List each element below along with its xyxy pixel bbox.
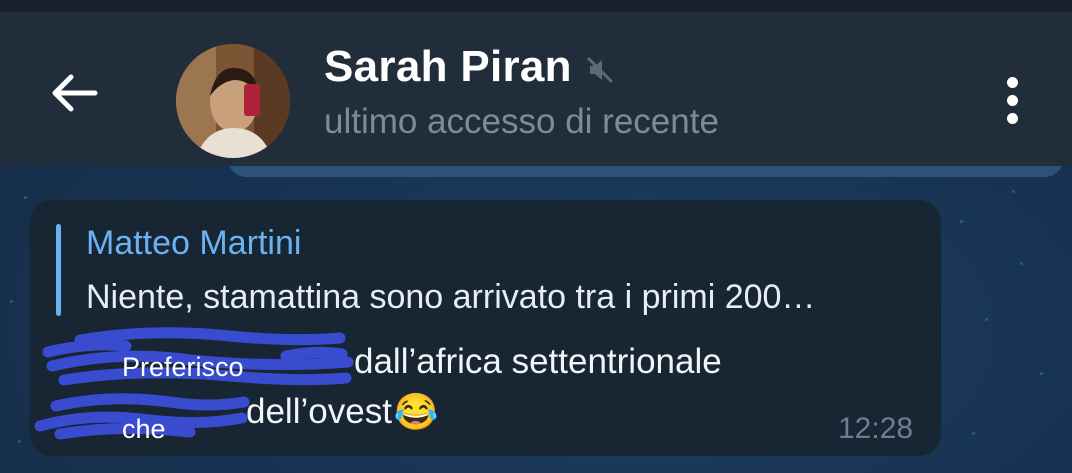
message-timestamp: 12:28 (838, 412, 914, 445)
message-text-line1: dall’africa settentrionale (354, 342, 722, 381)
laughing-emoji: 😂 (393, 391, 439, 432)
message-word-preferisco: Preferisco (122, 352, 244, 382)
contact-name: Sarah Piran (324, 42, 572, 91)
message-word-che: che (122, 414, 166, 444)
avatar[interactable] (176, 44, 290, 158)
message-text-line2-content: dell’ovest (246, 392, 392, 431)
arrow-left-icon (52, 74, 98, 112)
back-button[interactable] (38, 62, 110, 124)
message-text-line2: dell’ovest 😂 (246, 392, 439, 432)
reply-author: Matteo Martini (86, 224, 302, 262)
last-seen-status: ultimo accesso di recente (324, 102, 719, 141)
more-vertical-icon (1006, 76, 1018, 88)
speaker-muted-icon (587, 57, 613, 83)
chat-header: Sarah Piran ultimo accesso di recente (0, 12, 1072, 166)
avatar-photo (176, 44, 290, 158)
reply-snippet: Niente, stamattina sono arrivato tra i p… (86, 278, 816, 316)
contact-title[interactable]: Sarah Piran (324, 42, 614, 92)
reply-accent-bar (56, 224, 61, 316)
reply-quote[interactable]: Matteo Martini Niente, stamattina sono a… (56, 222, 916, 318)
status-bar-strip (0, 0, 1072, 12)
more-menu-button[interactable] (990, 64, 1034, 136)
